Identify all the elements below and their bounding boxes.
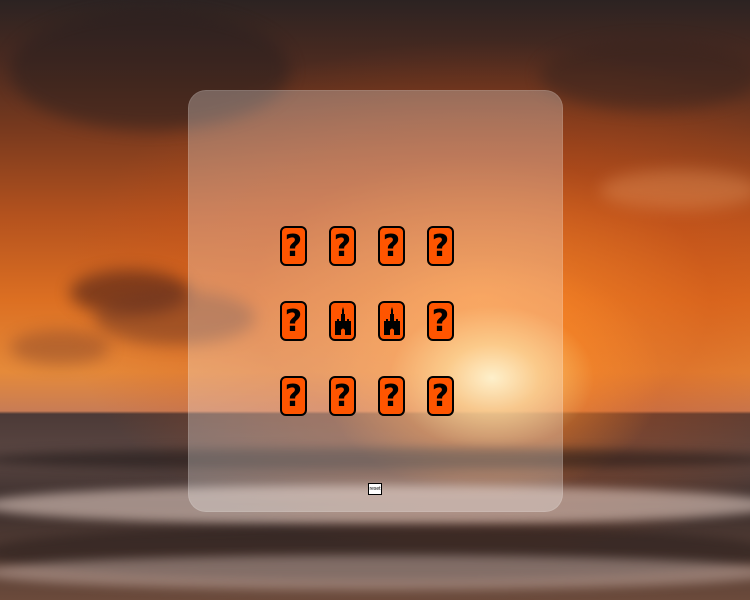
reset-button[interactable]: reset: [368, 483, 382, 495]
memory-card-hidden[interactable]: ?: [427, 376, 454, 416]
memory-card-hidden[interactable]: ?: [280, 301, 307, 341]
memory-card-hidden[interactable]: ?: [427, 301, 454, 341]
ocean-wave: [0, 555, 750, 590]
card-question-mark: ?: [431, 229, 450, 264]
memory-card-hidden[interactable]: ?: [329, 376, 356, 416]
game-panel: ?????????? reset: [188, 90, 563, 512]
sunset-background: ?????????? reset: [0, 0, 750, 600]
card-question-mark: ?: [284, 379, 303, 414]
memory-grid: ??????????: [280, 226, 460, 416]
cloud: [540, 40, 750, 110]
card-question-mark: ?: [284, 304, 303, 339]
memory-card-revealed[interactable]: [329, 301, 356, 341]
card-question-mark: ?: [333, 229, 352, 264]
memory-card-hidden[interactable]: ?: [280, 376, 307, 416]
memory-card-hidden[interactable]: ?: [427, 226, 454, 266]
memory-card-hidden[interactable]: ?: [378, 376, 405, 416]
card-question-mark: ?: [284, 229, 303, 264]
memory-card-hidden[interactable]: ?: [280, 226, 307, 266]
card-question-mark: ?: [431, 379, 450, 414]
castle-icon: [383, 307, 400, 335]
cloud: [600, 170, 750, 210]
card-question-mark: ?: [382, 379, 401, 414]
castle-icon: [334, 307, 351, 335]
memory-card-hidden[interactable]: ?: [329, 226, 356, 266]
card-question-mark: ?: [382, 229, 401, 264]
memory-card-hidden[interactable]: ?: [378, 226, 405, 266]
memory-card-revealed[interactable]: [378, 301, 405, 341]
card-question-mark: ?: [431, 304, 450, 339]
cloud: [10, 330, 110, 365]
card-question-mark: ?: [333, 379, 352, 414]
